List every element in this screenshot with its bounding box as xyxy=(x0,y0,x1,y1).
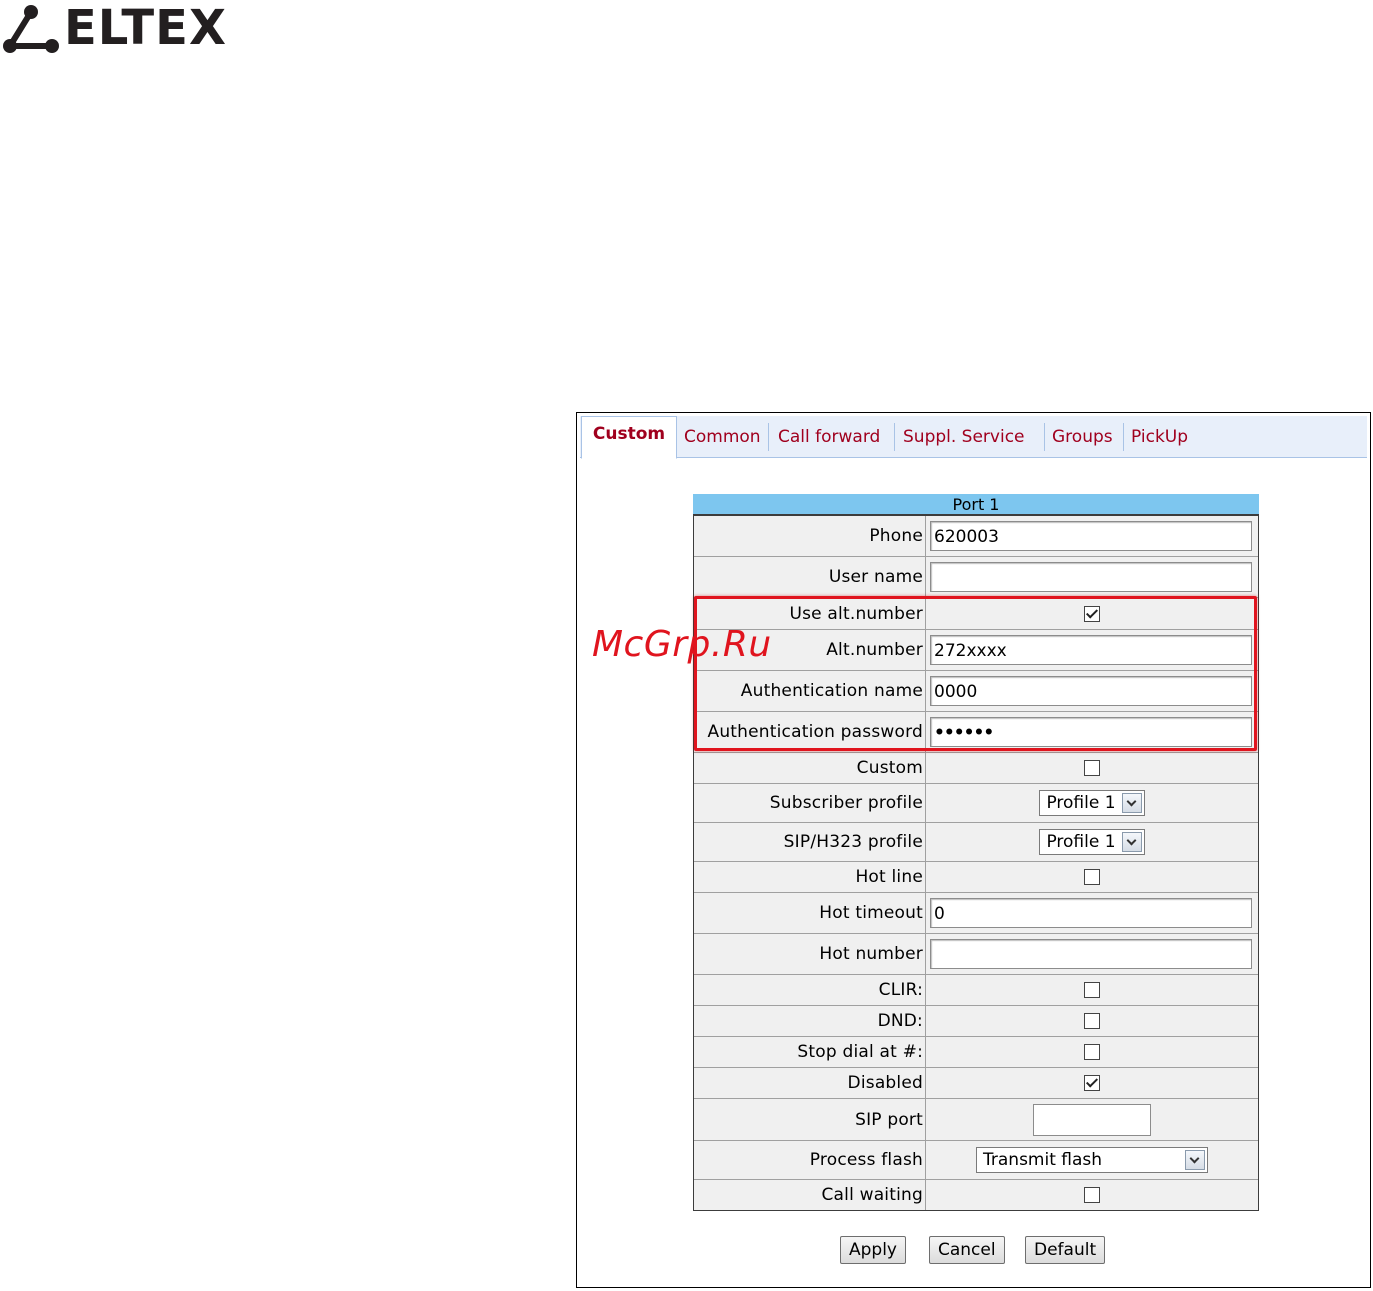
sip-h323-profile-value: Profile 1 xyxy=(1046,832,1116,852)
stop-dial-checkbox[interactable] xyxy=(1084,1044,1100,1060)
form-title: Port 1 xyxy=(693,494,1259,514)
row-auth-name: Authentication name 0000 xyxy=(694,671,1258,712)
chevron-down-icon[interactable] xyxy=(1185,1150,1205,1170)
port-form: Port 1 Phone 620003 User name Use alt.nu… xyxy=(693,494,1259,1211)
hot-line-checkbox[interactable] xyxy=(1084,869,1100,885)
logo-text: ELTEX xyxy=(64,0,227,56)
user-name-input[interactable] xyxy=(930,562,1252,592)
tab-pickup[interactable]: PickUp xyxy=(1131,416,1188,458)
row-alt-number: Alt.number 272xxxx xyxy=(694,630,1258,671)
row-sip-h323-profile: SIP/H323 profile Profile 1 xyxy=(694,823,1258,862)
sip-h323-profile-label: SIP/H323 profile xyxy=(694,823,926,861)
eltex-logo: ELTEX xyxy=(0,0,240,58)
subscriber-profile-value: Profile 1 xyxy=(1046,793,1116,813)
disabled-label: Disabled xyxy=(694,1068,926,1098)
tab-groups[interactable]: Groups xyxy=(1052,416,1113,458)
custom-label: Custom xyxy=(694,753,926,783)
row-phone: Phone 620003 xyxy=(694,516,1258,557)
row-use-alt-number: Use alt.number xyxy=(694,598,1258,630)
row-stop-dial: Stop dial at #: xyxy=(694,1037,1258,1068)
row-sip-port: SIP port xyxy=(694,1099,1258,1141)
dnd-label: DND: xyxy=(694,1006,926,1036)
disabled-checkbox[interactable] xyxy=(1084,1075,1100,1091)
row-clir: CLIR: xyxy=(694,975,1258,1006)
row-disabled: Disabled xyxy=(694,1068,1258,1099)
phone-label: Phone xyxy=(694,516,926,556)
subscriber-profile-select[interactable]: Profile 1 xyxy=(1039,790,1145,816)
tab-bar: Custom Common Call forward Suppl. Servic… xyxy=(580,416,1367,459)
form-body: Phone 620003 User name Use alt.number Al… xyxy=(693,514,1259,1211)
sip-port-label: SIP port xyxy=(694,1099,926,1140)
process-flash-value: Transmit flash xyxy=(983,1150,1103,1170)
subscriber-profile-label: Subscriber profile xyxy=(694,784,926,822)
default-button[interactable]: Default xyxy=(1025,1236,1106,1264)
tab-separator xyxy=(1044,423,1045,451)
auth-name-label: Authentication name xyxy=(694,671,926,711)
row-user-name: User name xyxy=(694,557,1258,598)
process-flash-select[interactable]: Transmit flash xyxy=(976,1147,1208,1173)
dnd-checkbox[interactable] xyxy=(1084,1013,1100,1029)
row-dnd: DND: xyxy=(694,1006,1258,1037)
phone-input[interactable]: 620003 xyxy=(930,521,1252,551)
tab-custom[interactable]: Custom xyxy=(581,416,677,459)
tab-call-forward[interactable]: Call forward xyxy=(778,416,880,458)
row-process-flash: Process flash Transmit flash xyxy=(694,1141,1258,1180)
call-waiting-label: Call waiting xyxy=(694,1180,926,1210)
tab-common[interactable]: Common xyxy=(684,416,761,458)
use-alt-number-checkbox[interactable] xyxy=(1084,605,1100,622)
tab-separator xyxy=(1123,423,1124,451)
custom-checkbox[interactable] xyxy=(1084,760,1100,776)
watermark: McGrp.Ru xyxy=(592,624,772,665)
call-waiting-checkbox[interactable] xyxy=(1084,1187,1100,1203)
stop-dial-label: Stop dial at #: xyxy=(694,1037,926,1067)
row-subscriber-profile: Subscriber profile Profile 1 xyxy=(694,784,1258,823)
hot-number-label: Hot number xyxy=(694,934,926,974)
eltex-logo-icon xyxy=(3,5,59,53)
row-custom: Custom xyxy=(694,753,1258,784)
row-hot-number: Hot number xyxy=(694,934,1258,975)
hot-timeout-input[interactable]: 0 xyxy=(930,898,1252,928)
tab-suppl-service[interactable]: Suppl. Service xyxy=(903,416,1025,458)
tab-separator xyxy=(768,423,769,451)
hot-timeout-label: Hot timeout xyxy=(694,893,926,933)
process-flash-label: Process flash xyxy=(694,1141,926,1179)
alt-number-input[interactable]: 272xxxx xyxy=(930,635,1252,665)
auth-password-input[interactable]: •••••• xyxy=(930,717,1252,747)
tab-separator xyxy=(894,423,895,451)
user-name-label: User name xyxy=(694,557,926,597)
row-hot-line: Hot line xyxy=(694,862,1258,893)
apply-button[interactable]: Apply xyxy=(840,1236,906,1264)
auth-password-label: Authentication password xyxy=(694,712,926,752)
chevron-down-icon[interactable] xyxy=(1121,793,1142,813)
port-settings-panel: Custom Common Call forward Suppl. Servic… xyxy=(576,412,1371,1288)
row-hot-timeout: Hot timeout 0 xyxy=(694,893,1258,934)
hot-number-input[interactable] xyxy=(930,939,1252,969)
clir-checkbox[interactable] xyxy=(1084,982,1100,998)
sip-port-input[interactable] xyxy=(1033,1103,1151,1136)
row-call-waiting: Call waiting xyxy=(694,1180,1258,1210)
auth-name-input[interactable]: 0000 xyxy=(930,676,1252,706)
sip-h323-profile-select[interactable]: Profile 1 xyxy=(1039,829,1145,855)
chevron-down-icon[interactable] xyxy=(1121,832,1142,852)
row-auth-password: Authentication password •••••• xyxy=(694,712,1258,753)
hot-line-label: Hot line xyxy=(694,862,926,892)
cancel-button[interactable]: Cancel xyxy=(929,1236,1005,1264)
clir-label: CLIR: xyxy=(694,975,926,1005)
